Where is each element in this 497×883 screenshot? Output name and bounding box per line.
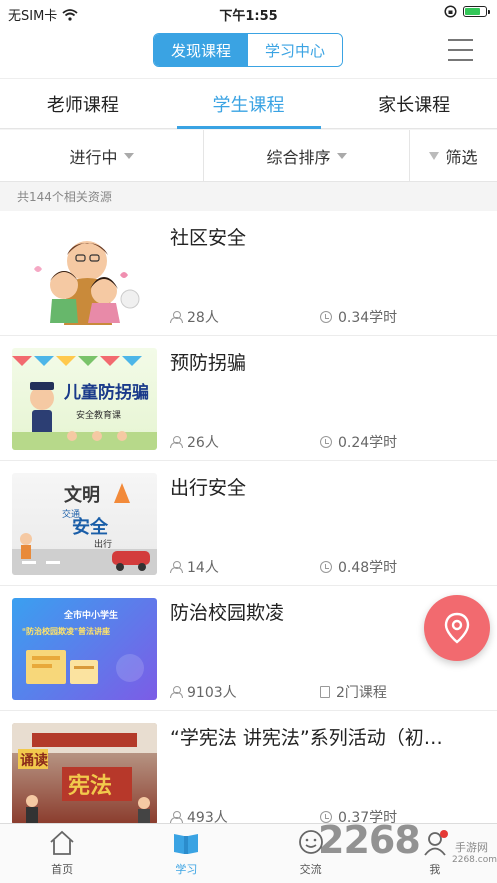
course-duration-text: 0.34学时 (338, 310, 398, 326)
menu-icon[interactable] (448, 39, 473, 61)
thumbnail-headline: 儿童防拐骗 (63, 382, 149, 402)
segment-learning-center[interactable]: 学习中心 (248, 34, 342, 66)
family-illustration (34, 241, 140, 325)
filter-button[interactable]: 筛选 (410, 130, 497, 181)
battery-icon (463, 6, 490, 17)
tab-home-label: 首页 (51, 863, 74, 876)
thumbnail-word-1: 文明 (64, 484, 100, 505)
course-title: 预防拐骗 (170, 352, 247, 374)
person-icon (170, 811, 183, 823)
filter-label: 筛选 (445, 147, 478, 167)
learner-count-text: 28人 (187, 310, 219, 326)
clock-icon (320, 311, 332, 323)
filter-bar: 进行中 综合排序 筛选 (0, 130, 497, 182)
site-watermark: 2268 (318, 818, 421, 862)
top-nav: 发现课程 学习中心 (0, 26, 497, 78)
tab-me-label: 我 (429, 863, 441, 876)
document-icon (320, 686, 330, 698)
course-thumbnail: 儿童防拐骗 安全教育课 (12, 348, 157, 450)
caret-down-icon (123, 152, 134, 159)
course-duration: 0.24学时 (320, 432, 397, 452)
course-title: 出行安全 (170, 477, 247, 499)
site-watermark-url: 2268.com (452, 855, 497, 865)
profile-icon (424, 830, 448, 856)
anti-bullying-illustration: 全市中小学生 “防治校园欺凌”普法讲座 (22, 609, 144, 684)
course-list: 社区安全 28人 0.34学时 儿童防拐骗 安全教育课 预防拐骗 26人 0.2… (0, 211, 497, 836)
status-filter-dropdown[interactable]: 进行中 (0, 130, 204, 181)
person-icon (170, 436, 183, 448)
course-thumbnail (12, 223, 157, 325)
sort-label: 综合排序 (266, 147, 331, 167)
course-duration: 0.48学时 (320, 557, 397, 577)
thumbnail-headline: 全市中小学生 (63, 609, 118, 620)
course-title: 社区安全 (170, 227, 247, 249)
learner-count-text: 14人 (187, 560, 219, 576)
course-thumbnail: 文明 交通 安全 出行 (12, 473, 157, 575)
tab-teacher-courses[interactable]: 老师课程 (0, 79, 166, 128)
course-item[interactable]: 儿童防拐骗 安全教育课 预防拐骗 26人 0.24学时 (0, 336, 497, 461)
course-count: 2门课程 (320, 682, 387, 702)
course-duration-text: 0.24学时 (338, 435, 398, 451)
course-item[interactable]: 社区安全 28人 0.34学时 (0, 211, 497, 336)
status-bar: 无SIM卡 下午1:55 (0, 0, 497, 26)
segment-control: 发现课程 学习中心 (153, 33, 343, 67)
learner-count-text: 26人 (187, 435, 219, 451)
learner-count: 26人 (170, 432, 219, 452)
clock-icon (320, 436, 332, 448)
tab-study[interactable]: 学习 (124, 824, 248, 883)
site-watermark-sub: 手游网 (455, 841, 488, 854)
course-thumbnail: 诵读 宪法 (12, 723, 157, 825)
status-right (444, 5, 490, 18)
thumbnail-word-4: 出行 (94, 538, 112, 549)
anti-abduction-illustration: 儿童防拐骗 安全教育课 (12, 356, 157, 450)
traffic-safety-illustration: 文明 交通 安全 出行 (12, 483, 157, 575)
learner-count: 14人 (170, 557, 219, 577)
thumbnail-subline: “防治校园欺凌”普法讲座 (22, 626, 110, 636)
tab-student-courses[interactable]: 学生课程 (166, 79, 332, 128)
learner-count: 9103人 (170, 682, 237, 702)
home-icon (50, 830, 74, 855)
course-count-text: 2门课程 (336, 685, 387, 701)
course-duration-text: 0.48学时 (338, 560, 398, 576)
status-filter-label: 进行中 (69, 147, 118, 167)
course-item[interactable]: 诵读 宪法 “学宪法 讲宪法”系列活动（初… 493人 0.37学时 (0, 711, 497, 836)
constitution-illustration: 诵读 宪法 (12, 723, 157, 825)
bottom-tab-bar: 首页 学习 交流 我 (0, 823, 497, 883)
learner-count: 28人 (170, 307, 219, 327)
tab-chat-label: 交流 (299, 863, 322, 876)
sort-dropdown[interactable]: 综合排序 (204, 130, 410, 181)
course-thumbnail: 全市中小学生 “防治校园欺凌”普法讲座 (12, 598, 157, 700)
funnel-icon (429, 151, 440, 160)
thumbnail-word-3: 安全 (72, 516, 109, 537)
course-duration: 0.34学时 (320, 307, 397, 327)
course-title: “学宪法 讲宪法”系列活动（初… (170, 727, 443, 749)
segment-discover-courses[interactable]: 发现课程 (154, 34, 248, 66)
person-icon (170, 561, 183, 573)
tab-parent-courses[interactable]: 家长课程 (331, 79, 497, 128)
person-icon (170, 686, 183, 698)
learner-count-text: 9103人 (187, 685, 237, 701)
tab-home[interactable]: 首页 (0, 824, 124, 883)
status-time: 下午1:55 (219, 9, 278, 24)
category-tabs: 老师课程 学生课程 家长课程 (0, 78, 497, 129)
course-item[interactable]: 文明 交通 安全 出行 出行安全 14人 0.48学时 (0, 461, 497, 586)
orientation-lock-icon (444, 5, 457, 18)
thumbnail-word-1: 诵读 (20, 752, 48, 769)
location-pin-icon (444, 612, 470, 644)
caret-down-icon (336, 152, 347, 159)
thumbnail-word-2: 宪法 (68, 773, 112, 798)
course-item[interactable]: 全市中小学生 “防治校园欺凌”普法讲座 防治校园欺凌 9103人 2门课程 (0, 586, 497, 711)
result-count: 共144个相关资源 (0, 183, 497, 211)
location-fab[interactable] (424, 595, 490, 661)
book-icon (174, 834, 199, 854)
clock-icon (320, 561, 332, 573)
tab-study-label: 学习 (175, 863, 198, 876)
person-icon (170, 311, 183, 323)
thumbnail-subline: 安全教育课 (76, 409, 121, 420)
